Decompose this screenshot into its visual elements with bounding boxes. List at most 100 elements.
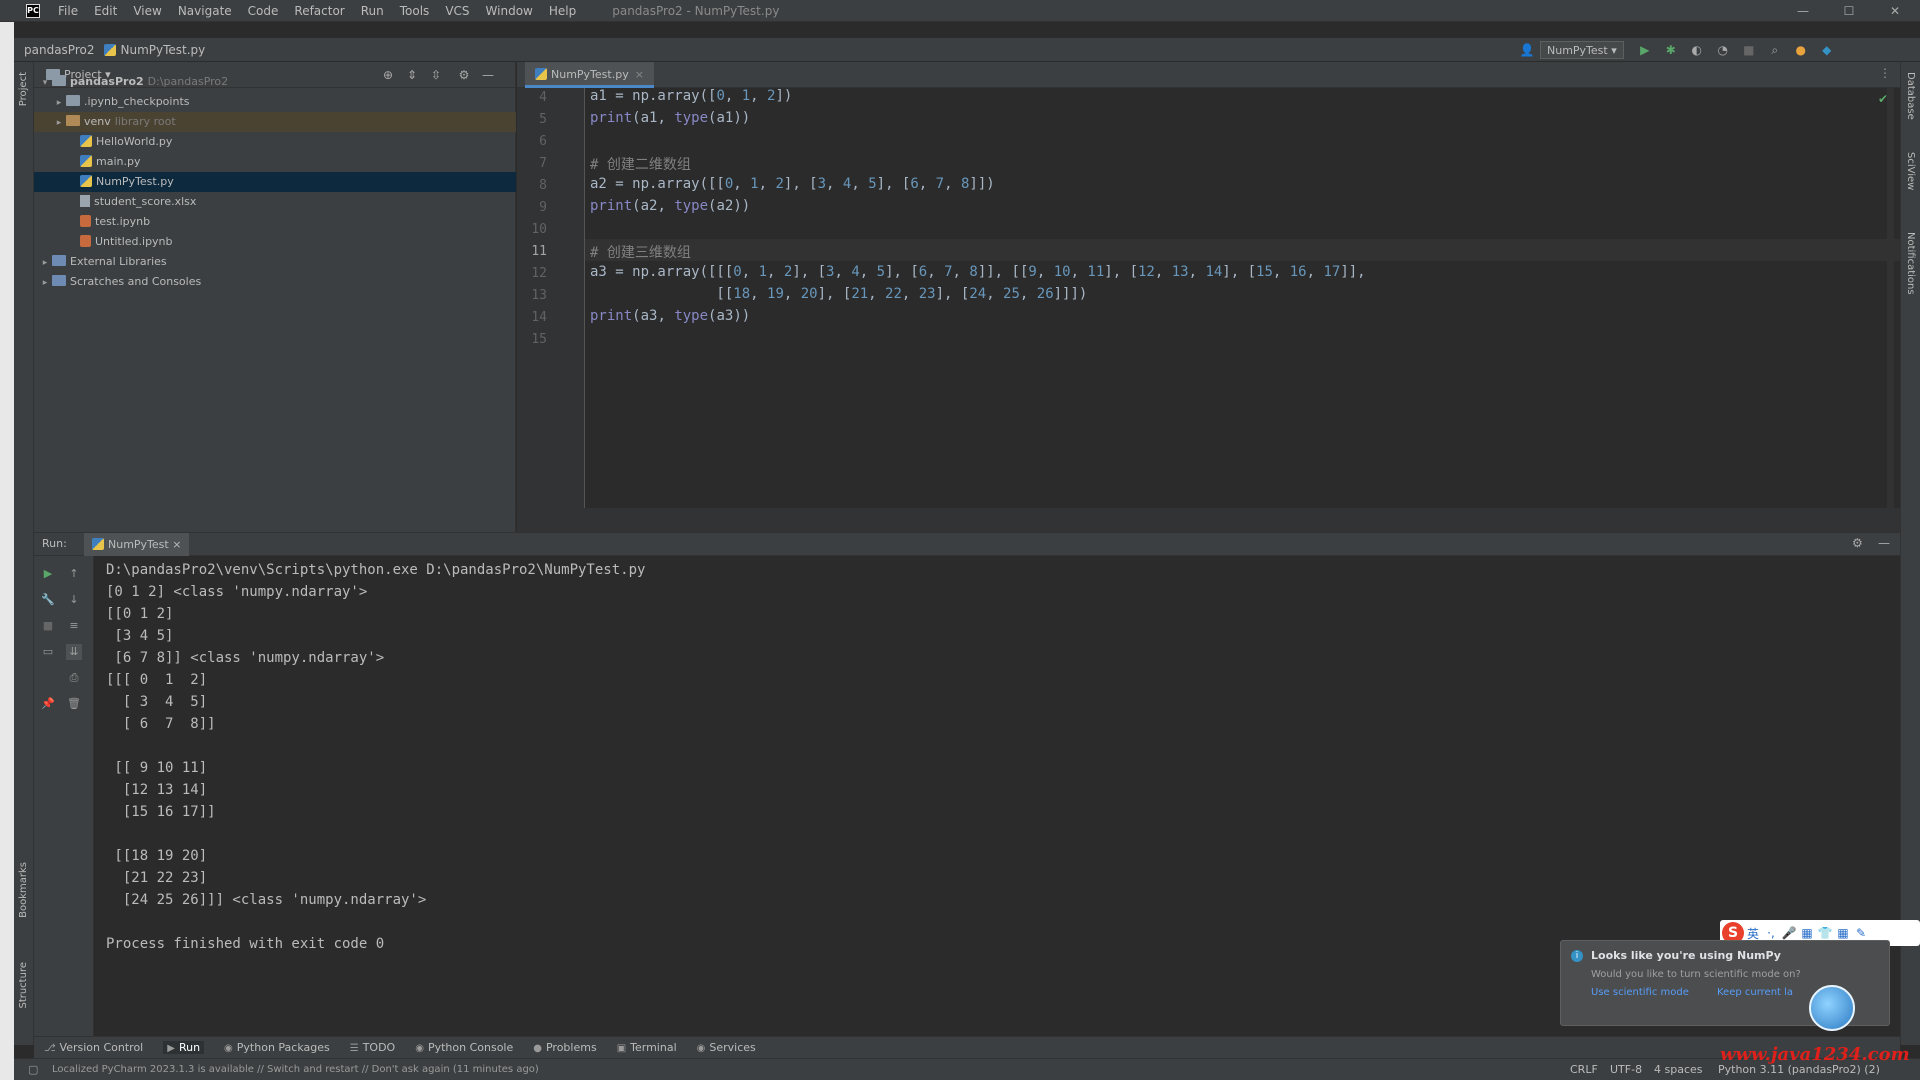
tree-item-numpytest[interactable]: NumPyTest.py	[34, 172, 516, 192]
version-control-tool-button[interactable]: ⎇ Version Control	[44, 1041, 143, 1054]
tree-item-untitled-ipynb[interactable]: Untitled.ipynb	[34, 232, 516, 252]
tree-item-root[interactable]: ▾ pandasPro2 D:\pandasPro2	[34, 72, 516, 92]
ime-handwriting-icon[interactable]: ✎	[1852, 926, 1870, 940]
menu-window[interactable]: Window	[478, 0, 541, 22]
trash-icon[interactable]: 🗑	[66, 696, 82, 712]
ime-language-toggle[interactable]: 英	[1744, 925, 1762, 942]
restore-layout-icon[interactable]: ▭	[40, 644, 56, 660]
toggle-tool-windows-icon[interactable]: ▢	[28, 1063, 38, 1076]
terminal-icon: ▣	[616, 1043, 627, 1054]
ime-toolbox-icon[interactable]: ▦	[1834, 926, 1852, 940]
editor-tab-numpytest[interactable]: NumPyTest.py ×	[525, 62, 654, 88]
rerun-icon[interactable]: ▶	[40, 566, 56, 582]
keep-current-layout-link[interactable]: Keep current la	[1717, 987, 1793, 998]
tool-button-label: Python Console	[427, 1041, 514, 1054]
database-tool-tab[interactable]: Database	[1905, 72, 1916, 120]
python-console-tool-button[interactable]: ◉ Python Console	[415, 1041, 513, 1054]
menu-vcs[interactable]: VCS	[437, 0, 477, 22]
soft-wrap-icon[interactable]: ≡	[66, 618, 82, 634]
indent-indicator[interactable]: 4 spaces	[1654, 1063, 1703, 1076]
tree-item-scratches[interactable]: ▸ Scratches and Consoles	[34, 272, 516, 292]
python-packages-tool-button[interactable]: ◉ Python Packages	[224, 1041, 330, 1054]
hide-run-panel-icon[interactable]: —	[1878, 536, 1890, 550]
breadcrumb-file[interactable]: NumPyTest.py	[104, 43, 205, 57]
run-tab-numpytest[interactable]: NumPyTest ×	[84, 533, 190, 557]
jetbrains-logo-icon[interactable]: ◆	[1819, 42, 1835, 58]
stop-icon[interactable]: ■	[1741, 42, 1757, 58]
tree-item-main[interactable]: main.py	[34, 152, 516, 172]
use-scientific-mode-link[interactable]: Use scientific mode	[1591, 987, 1689, 998]
more-tabs-icon[interactable]: ⋮	[1879, 66, 1891, 80]
menu-help[interactable]: Help	[541, 0, 584, 22]
run-tool-button[interactable]: ▶ Run	[163, 1041, 205, 1054]
menu-navigate[interactable]: Navigate	[170, 0, 240, 22]
run-settings-gear-icon[interactable]: ⚙	[1852, 536, 1863, 550]
sciview-tool-tab[interactable]: SciView	[1905, 152, 1916, 190]
expand-arrow-icon[interactable]: ▸	[38, 273, 52, 293]
scroll-to-end-icon[interactable]: ⇊	[66, 644, 82, 660]
site-watermark: www.java1234.com	[1720, 1044, 1910, 1065]
tree-item-student-score[interactable]: student_score.xlsx	[34, 192, 516, 212]
project-tool-tab[interactable]: Project	[18, 72, 29, 106]
profile-icon[interactable]: ◔	[1715, 42, 1731, 58]
line-separator-indicator[interactable]: CRLF	[1570, 1063, 1598, 1076]
breadcrumb-project[interactable]: pandasPro2	[24, 43, 94, 57]
status-message[interactable]: Localized PyCharm 2023.1.3 is available …	[52, 1064, 539, 1075]
close-window-button[interactable]: ✕	[1872, 0, 1918, 22]
ime-punctuation-icon[interactable]: ·,	[1762, 926, 1780, 940]
scroll-down-icon[interactable]: ↓	[66, 592, 82, 608]
todo-tool-button[interactable]: ☰ TODO	[350, 1041, 395, 1054]
expand-arrow-icon[interactable]: ▸	[38, 253, 52, 273]
close-tab-icon[interactable]: ×	[635, 68, 644, 81]
ime-skin-icon[interactable]: 👕	[1816, 926, 1834, 940]
tool-button-label: TODO	[362, 1041, 396, 1054]
stop-icon[interactable]: ■	[40, 618, 56, 634]
bookmarks-tool-tab[interactable]: Bookmarks	[18, 862, 29, 918]
menu-refactor[interactable]: Refactor	[286, 0, 352, 22]
editor-vertical-scrollbar[interactable]	[1887, 88, 1894, 508]
menu-code[interactable]: Code	[240, 0, 287, 22]
encoding-indicator[interactable]: UTF-8	[1610, 1063, 1642, 1076]
code-line-12: a3 = np.array([[[0, 1, 2], [3, 4, 5], [6…	[590, 264, 1366, 280]
scratches-icon	[52, 275, 66, 286]
tree-item-helloworld[interactable]: HelloWorld.py	[34, 132, 516, 152]
tree-item-test-ipynb[interactable]: test.ipynb	[34, 212, 516, 232]
scroll-up-icon[interactable]: ↑	[66, 566, 82, 582]
debug-icon[interactable]: ✱	[1663, 42, 1679, 58]
minimize-button[interactable]: —	[1780, 0, 1826, 22]
run-icon[interactable]: ▶	[1637, 42, 1653, 58]
search-icon[interactable]: ⌕	[1767, 42, 1783, 58]
code-editor[interactable]: 4 5 6 7 8 9 10 11 12 13 14 15 ✔ a1 = np.…	[517, 88, 1900, 508]
expand-arrow-icon[interactable]: ▸	[52, 113, 66, 133]
maximize-button[interactable]: ☐	[1826, 0, 1872, 22]
menu-view[interactable]: View	[125, 0, 169, 22]
assistant-bubble-icon[interactable]	[1809, 985, 1855, 1031]
ime-keyboard-icon[interactable]: ▦	[1798, 926, 1816, 940]
coverage-icon[interactable]: ◐	[1689, 42, 1705, 58]
wrench-icon[interactable]: 🔧	[40, 592, 56, 608]
notifications-tool-tab[interactable]: Notifications	[1905, 232, 1916, 295]
print-icon[interactable]: ⎙	[66, 670, 82, 686]
tree-item-label: .ipynb_checkpoints	[84, 95, 190, 108]
editor-horizontal-scrollbar[interactable]	[517, 508, 1900, 532]
run-configuration-select[interactable]: NumPyTest ▾	[1540, 41, 1624, 59]
terminal-tool-button[interactable]: ▣ Terminal	[617, 1041, 677, 1054]
menu-file[interactable]: File	[50, 0, 86, 22]
ime-voice-icon[interactable]: 🎤	[1780, 926, 1798, 940]
menu-tools[interactable]: Tools	[392, 0, 438, 22]
tree-item-external-libraries[interactable]: ▸ External Libraries	[34, 252, 516, 272]
structure-tool-tab[interactable]: Structure	[18, 962, 29, 1009]
expand-arrow-icon[interactable]: ▾	[38, 73, 52, 93]
user-icon[interactable]: 👤	[1519, 42, 1535, 58]
expand-arrow-icon[interactable]: ▸	[52, 93, 66, 113]
pycharm-logo-icon: PC	[26, 3, 40, 18]
problems-tool-button[interactable]: ● Problems	[533, 1041, 596, 1054]
tree-item-ipynb-checkpoints[interactable]: ▸ .ipynb_checkpoints	[34, 92, 516, 112]
updates-icon[interactable]: ●	[1793, 42, 1809, 58]
pin-tab-icon[interactable]: 📌	[40, 696, 56, 712]
tree-item-venv[interactable]: ▸ venv library root	[34, 112, 516, 132]
menu-edit[interactable]: Edit	[86, 0, 125, 22]
line-number: 8	[539, 178, 547, 193]
menu-run[interactable]: Run	[353, 0, 392, 22]
services-tool-button[interactable]: ◉ Services	[697, 1041, 756, 1054]
